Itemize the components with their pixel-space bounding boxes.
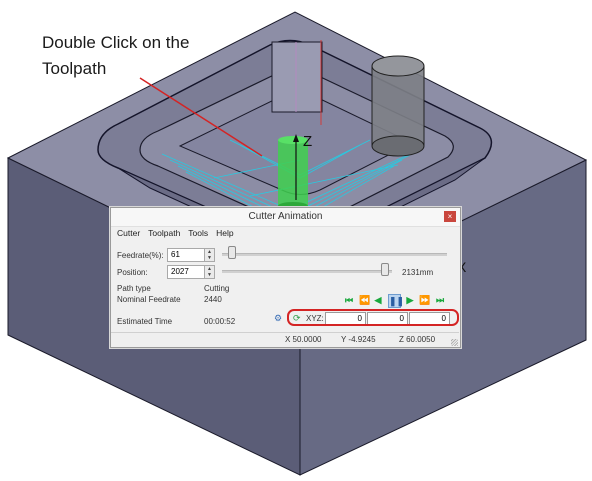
status-x: X 50.0000 bbox=[285, 335, 322, 344]
callout-line-1: Double Click on the bbox=[42, 33, 190, 52]
position-slider-thumb[interactable] bbox=[380, 263, 389, 276]
path-type-label: Path type bbox=[117, 284, 151, 293]
nominal-feedrate-value: 2440 bbox=[204, 295, 222, 304]
core-column bbox=[271, 41, 323, 113]
estimated-time-value: 00:00:52 bbox=[204, 317, 236, 326]
step-back-icon[interactable]: ⏪ bbox=[359, 294, 370, 306]
callout-text: Double Click on the Toolpath bbox=[42, 30, 189, 82]
last-icon[interactable]: ⏭ bbox=[434, 294, 446, 306]
position-label: Position: bbox=[117, 268, 148, 277]
feedrate-slider-track[interactable] bbox=[222, 253, 447, 256]
window-title: Cutter Animation bbox=[248, 211, 323, 222]
feedrate-spinner[interactable]: ▲ ▼ bbox=[204, 248, 215, 262]
settings-icon[interactable]: ⚙ bbox=[274, 313, 282, 324]
z-axis-label: Z bbox=[303, 133, 312, 150]
pause-icon[interactable]: ❚❚ bbox=[388, 294, 404, 308]
cutter-animation-window: Cutter Animation × Cutter Toolpath Tools He… bbox=[110, 207, 461, 348]
callout-line-2: Toolpath bbox=[42, 59, 107, 78]
status-z: Z 60.0050 bbox=[399, 335, 436, 344]
status-bar: X 50.0000 Y -4.9245 Z 60.0050 bbox=[111, 332, 459, 347]
title-bar[interactable]: Cutter Animation × bbox=[111, 208, 460, 227]
play-icon[interactable]: ▶ bbox=[405, 294, 415, 306]
step-forward-icon[interactable]: ⏩ bbox=[419, 294, 430, 306]
cylinder-fixture bbox=[371, 55, 425, 157]
close-icon[interactable]: × bbox=[444, 211, 456, 222]
status-y: Y -4.9245 bbox=[341, 335, 376, 344]
feedrate-input[interactable]: 61 bbox=[167, 248, 206, 262]
feedrate-label: Feedrate(%): bbox=[117, 251, 164, 260]
position-input[interactable]: 2027 bbox=[167, 265, 206, 279]
xyz-highlight bbox=[287, 309, 459, 326]
menu-help[interactable]: Help bbox=[216, 228, 233, 238]
first-icon[interactable]: ⏮ bbox=[343, 294, 355, 306]
position-slider-track[interactable] bbox=[222, 270, 392, 273]
nominal-feedrate-label: Nominal Feedrate bbox=[117, 295, 181, 304]
estimated-time-label: Estimated Time bbox=[117, 317, 173, 326]
feedrate-slider-thumb[interactable] bbox=[228, 246, 236, 259]
menu-tools[interactable]: Tools bbox=[188, 228, 208, 238]
position-spinner[interactable]: ▲ ▼ bbox=[204, 265, 215, 279]
menu-cutter[interactable]: Cutter bbox=[117, 228, 140, 238]
menu-toolpath[interactable]: Toolpath bbox=[148, 228, 180, 238]
rewind-icon[interactable]: ◀ bbox=[373, 294, 383, 306]
path-type-value: Cutting bbox=[204, 284, 230, 293]
menu-bar: Cutter Toolpath Tools Help bbox=[117, 228, 242, 240]
position-max-label: 2131mm bbox=[402, 268, 434, 277]
resize-grip[interactable] bbox=[451, 339, 458, 346]
